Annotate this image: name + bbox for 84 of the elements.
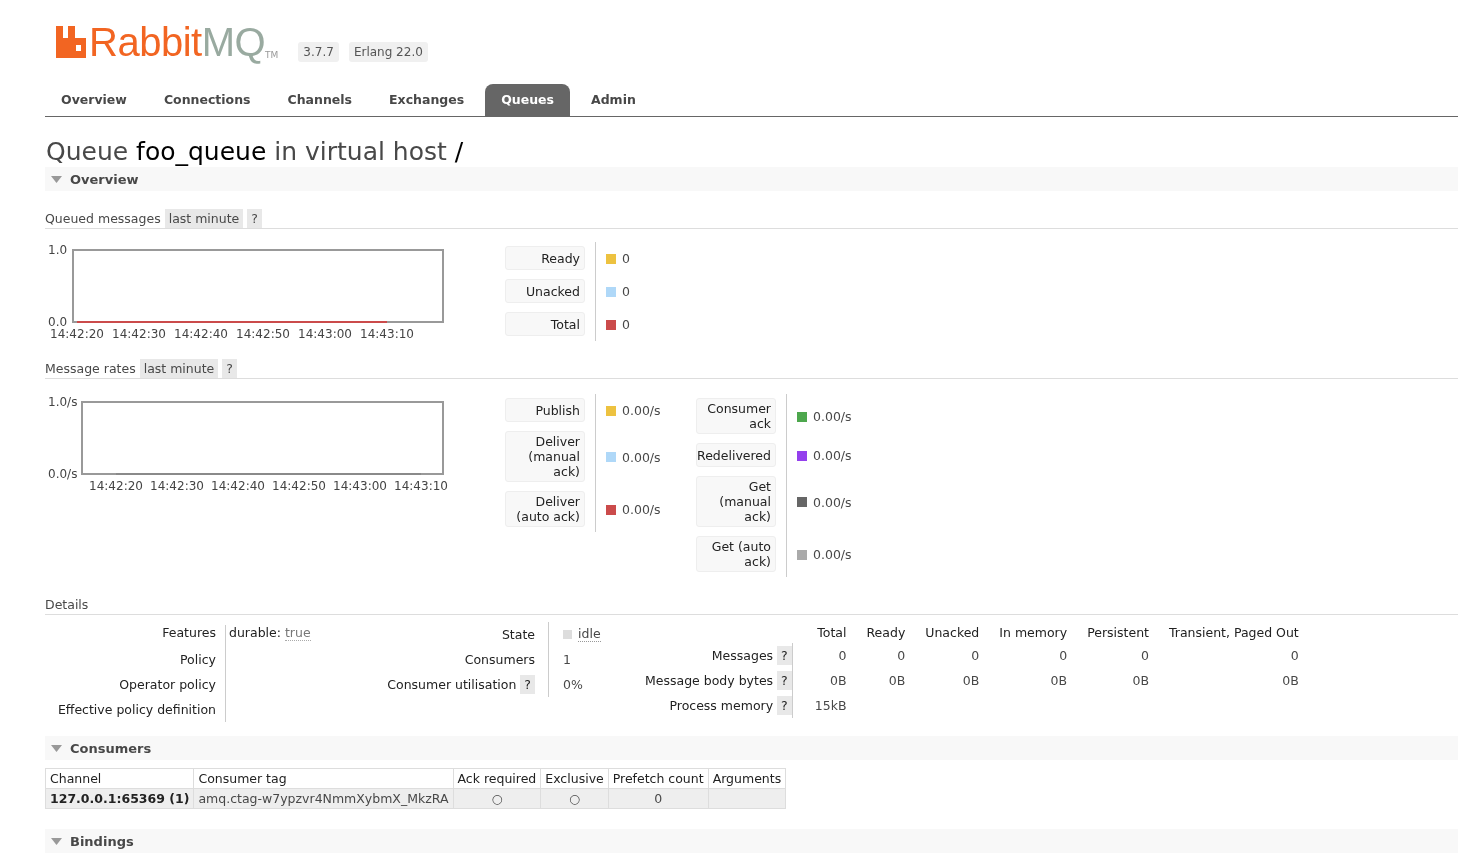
y-tick-label: 0.0/s bbox=[48, 467, 78, 481]
legend-label: Publish bbox=[505, 398, 585, 422]
legend-value: 0.00/s bbox=[622, 403, 661, 418]
legend-value: 0 bbox=[622, 284, 630, 299]
legend-label: Total bbox=[505, 312, 585, 336]
legend-label: Deliver (manual ack) bbox=[505, 431, 585, 482]
y-tick-label: 0.0 bbox=[48, 315, 68, 329]
column-header: Total bbox=[792, 625, 847, 643]
table-cell: 0B bbox=[905, 668, 980, 693]
legend-value: 0.00/s bbox=[813, 448, 852, 463]
column-header: Unacked bbox=[905, 625, 980, 643]
legend-value: 0.00/s bbox=[813, 494, 852, 510]
legend-label: Redelivered bbox=[696, 443, 776, 467]
y-tick-label: 1.0/s bbox=[48, 395, 78, 409]
state-value: idle bbox=[578, 626, 601, 642]
x-tick-label: 14:43:10 bbox=[360, 327, 414, 341]
property-value: 1 bbox=[563, 651, 571, 667]
x-tick-label: 14:42:50 bbox=[236, 327, 290, 341]
property-label: Operator policy bbox=[118, 677, 216, 692]
property-label: Effective policy definition bbox=[56, 702, 216, 717]
x-tick-label: 14:42:30 bbox=[150, 479, 204, 493]
x-tick-label: 14:42:20 bbox=[50, 327, 104, 341]
column-header: In memory bbox=[979, 625, 1068, 643]
property-label: Features bbox=[161, 625, 216, 640]
legend-value: 0 bbox=[622, 317, 630, 332]
legend-value: 0 bbox=[622, 251, 630, 266]
version-badge: 3.7.7 bbox=[298, 42, 339, 62]
subsection-label: Details bbox=[45, 596, 89, 612]
table-cell: 0 bbox=[1067, 643, 1149, 668]
table-cell: 0B bbox=[1148, 668, 1299, 693]
legend-label: Ready bbox=[505, 246, 585, 270]
property-label: Policy bbox=[179, 652, 216, 667]
column-header: Consumer tag bbox=[193, 768, 453, 789]
legend-label: Get (auto ack) bbox=[696, 536, 776, 572]
trademark-text: TM bbox=[265, 50, 279, 60]
page-title: Queue foo_queue in virtual host / bbox=[46, 137, 465, 167]
legend-value: 0.00/s bbox=[813, 547, 852, 562]
column-header: Ready bbox=[846, 625, 906, 643]
property-value: durable: true bbox=[229, 625, 311, 640]
x-tick-label: 14:42:50 bbox=[272, 479, 326, 493]
x-tick-label: 14:42:20 bbox=[89, 479, 143, 493]
legend-label: Consumer ack bbox=[696, 398, 776, 434]
column-header: Ack required bbox=[453, 768, 541, 789]
table-cell: 0 bbox=[1148, 643, 1299, 668]
table-cell: 0 bbox=[905, 643, 980, 668]
column-header: Exclusive bbox=[540, 768, 609, 789]
table-cell: 127.0.0.1:65369 (1) bbox=[45, 788, 194, 809]
row-label: Message body bytes bbox=[645, 673, 774, 688]
table-cell: 15kB bbox=[792, 693, 847, 718]
row-label: Process memory bbox=[669, 698, 774, 713]
property-label: Consumer utilisation bbox=[387, 676, 517, 692]
table-cell: 0B bbox=[792, 668, 847, 693]
column-header: Transient, Paged Out bbox=[1148, 625, 1299, 643]
logo-text: Rabbit bbox=[89, 22, 202, 62]
legend-label: Deliver (auto ack) bbox=[505, 491, 585, 527]
property-value: 0% bbox=[563, 676, 583, 692]
table-cell: 0 bbox=[792, 643, 847, 668]
x-tick-label: 14:42:30 bbox=[112, 327, 166, 341]
legend-value: 0.00/s bbox=[622, 449, 661, 465]
column-header: Persistent bbox=[1067, 625, 1149, 643]
legend-value: 0.00/s bbox=[813, 409, 852, 424]
property-label: Consumers bbox=[226, 646, 549, 672]
table-cell: 0 bbox=[846, 643, 906, 668]
logo-text: MQ bbox=[201, 22, 266, 62]
legend-value: 0.00/s bbox=[622, 502, 661, 517]
x-tick-label: 14:43:00 bbox=[298, 327, 352, 341]
x-tick-label: 14:43:00 bbox=[333, 479, 387, 493]
erlang-version-badge: Erlang 22.0 bbox=[348, 42, 428, 62]
row-label: Messages bbox=[711, 648, 774, 663]
y-tick-label: 1.0 bbox=[48, 243, 68, 257]
table-cell: 0B bbox=[846, 668, 906, 693]
column-header: Prefetch count bbox=[608, 768, 709, 789]
subsection-label: Queued messages bbox=[45, 210, 161, 226]
legend-label: Get (manual ack) bbox=[696, 476, 776, 527]
x-tick-label: 14:42:40 bbox=[211, 479, 265, 493]
x-tick-label: 14:42:40 bbox=[174, 327, 228, 341]
table-cell: 0B bbox=[1067, 668, 1149, 693]
column-header: Arguments bbox=[708, 768, 786, 789]
column-header: Channel bbox=[45, 768, 194, 789]
table-cell: 0 bbox=[979, 643, 1068, 668]
subsection-label: Message rates bbox=[45, 360, 136, 376]
table-cell: 0B bbox=[979, 668, 1068, 693]
legend-label: Unacked bbox=[505, 279, 585, 303]
x-tick-label: 14:43:10 bbox=[394, 479, 448, 493]
